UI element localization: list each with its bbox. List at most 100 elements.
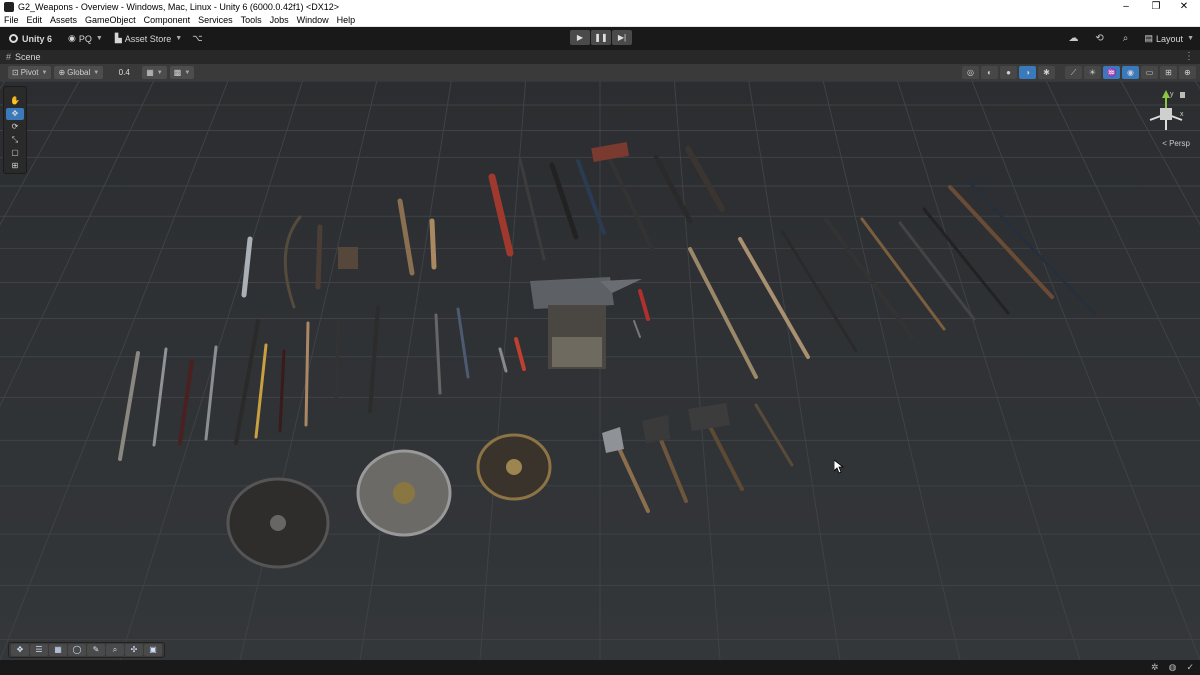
version-control-icon: ⌥ (192, 33, 203, 43)
rotate-overlay-icon[interactable]: ◯ (68, 644, 86, 656)
version-control-button[interactable]: ⌥ (187, 30, 207, 47)
unity-app-icon (4, 2, 14, 12)
cloud-icon[interactable]: ☁ (1067, 32, 1081, 46)
move-overlay-icon[interactable]: ✥ (11, 644, 29, 656)
align-overlay-icon[interactable]: ☰ (30, 644, 48, 656)
pivot-dropdown[interactable]: ⊡ Pivot ▼ (8, 66, 52, 79)
global-dropdown[interactable]: ⊕ Global ▼ (54, 66, 104, 79)
shield-boss (506, 459, 522, 475)
move-tool-icon[interactable]: ✥ (6, 108, 24, 120)
grid-visibility-dropdown[interactable]: ▩ ▼ (169, 66, 195, 79)
shaded-icon[interactable]: ● (1000, 66, 1017, 79)
scene-visibility-icon[interactable]: ◉ (1122, 66, 1139, 79)
menu-help[interactable]: Help (333, 14, 360, 27)
scene-viewport[interactable] (0, 81, 1200, 660)
gizmo-y-label: y (1170, 91, 1174, 98)
grid-snap-icon: ▦ (146, 68, 154, 77)
global-icon: ⊕ (58, 68, 66, 77)
window-titlebar: G2_Weapons - Overview - Windows, Mac, Li… (0, 0, 1200, 14)
audio-effects-icon[interactable]: ♒ (1103, 66, 1120, 79)
status-icons: ✲ ◍ ✓ (1151, 662, 1194, 673)
check-icon[interactable]: ✓ (1186, 662, 1194, 673)
menu-edit[interactable]: Edit (23, 14, 47, 27)
main-toolbar: Unity 6 ◉ PQ ▼ ▙ Asset Store ▼ ⌥ ▶ ❚❚ ▶|… (0, 27, 1200, 50)
scene-toolbar: ⊡ Pivot ▼ ⊕ Global ▼ 0.4 ▦ ▼ ▩ ▼ ◎ ◐ ● ◑… (0, 64, 1200, 81)
menu-gameobject[interactable]: GameObject (81, 14, 140, 27)
debug-draw-icon[interactable]: ✱ (1038, 66, 1055, 79)
scene-tab-bar: # Scene ⋮ (0, 50, 1200, 64)
chevron-down-icon: ▼ (1187, 35, 1194, 42)
lighting-toggle-icon[interactable]: ☀ (1084, 66, 1101, 79)
account-label: PQ (78, 33, 92, 44)
close-button[interactable]: ✕ (1170, 0, 1198, 14)
debug-icon[interactable]: ✲ (1151, 662, 1159, 673)
shaded-wireframe-icon[interactable]: ◐ (981, 66, 998, 79)
unity-home-button[interactable]: Unity 6 (4, 30, 57, 47)
mouse-cursor (834, 460, 844, 474)
scale-tool-icon[interactable]: ⤡ (6, 134, 24, 146)
toolbar-right: ☁ ⟲ ⌕ ▤ Layout ▼ (1067, 30, 1194, 47)
chevron-down-icon: ▼ (93, 69, 100, 76)
scene-toolbar-right: ◎ ◐ ● ◑ ✱ ⟋ ☀ ♒ ◉ ▭ ⊞ ⊕ (962, 66, 1196, 79)
menu-component[interactable]: Component (140, 14, 195, 27)
global-label: Global (67, 68, 91, 77)
menu-jobs[interactable]: Jobs (266, 14, 293, 27)
history-icon[interactable]: ⟲ (1093, 32, 1107, 46)
shield-boss (270, 515, 286, 531)
menu-assets[interactable]: Assets (46, 14, 81, 27)
2d-toggle-icon[interactable]: ⟋ (1065, 66, 1082, 79)
pivot-label: Pivot (20, 68, 39, 77)
search-icon[interactable]: ⌕ (1119, 32, 1133, 46)
hand-tool-icon[interactable]: ✋ (6, 95, 24, 107)
asset-store-dropdown[interactable]: ▙ Asset Store ▼ (110, 30, 187, 47)
y-axis-cone[interactable] (1162, 90, 1170, 98)
grid-snap-dropdown[interactable]: ▦ ▼ (142, 66, 167, 79)
account-icon: ◉ (68, 33, 76, 43)
unity-logo-icon (9, 34, 18, 43)
shield-boss (393, 482, 415, 504)
minimize-button[interactable]: – (1112, 0, 1140, 14)
maximize-button[interactable]: ❐ (1142, 0, 1170, 14)
chevron-down-icon: ▼ (156, 69, 163, 76)
wireframe-shading-icon[interactable]: ◎ (962, 66, 979, 79)
account-dropdown[interactable]: ◉ PQ ▼ (63, 30, 108, 47)
unlit-shading-icon[interactable]: ◑ (1019, 66, 1036, 79)
more-options-icon[interactable]: ⋮ (1184, 50, 1194, 64)
rotate-tool-icon[interactable]: ⟳ (6, 121, 24, 133)
lock-icon[interactable] (1180, 92, 1185, 98)
scene-icon: # (6, 52, 12, 62)
render-mode-icon[interactable]: ⊕ (1179, 66, 1196, 79)
unity-label: Unity 6 (22, 33, 53, 44)
layout-dropdown[interactable]: ▤ Layout ▼ (1145, 30, 1194, 47)
tool-palette: ✋ ✥ ⟳ ⤡ ▢ ⊞ (3, 86, 27, 174)
progress-icon[interactable]: ◍ (1169, 662, 1177, 673)
step-button[interactable]: ▶| (612, 30, 632, 45)
play-controls: ▶ ❚❚ ▶| (570, 30, 632, 45)
menu-file[interactable]: File (0, 14, 23, 27)
grid-overlay-icon[interactable]: ▦ (49, 644, 67, 656)
pause-button[interactable]: ❚❚ (591, 30, 611, 45)
menu-tools[interactable]: Tools (237, 14, 266, 27)
frame-overlay-icon[interactable]: ▣ (144, 644, 162, 656)
menu-bar: File Edit Assets GameObject Component Se… (0, 14, 1200, 27)
pivot-icon: ⊡ (12, 68, 19, 77)
snap-increment-field[interactable]: 0.4 (112, 66, 136, 79)
gizmo-x-label: x (1180, 111, 1184, 118)
zoom-overlay-icon[interactable]: ⌕ (106, 644, 124, 656)
scene-camera-icon[interactable]: ▭ (1141, 66, 1158, 79)
gizmos-icon[interactable]: ⊞ (1160, 66, 1177, 79)
chevron-down-icon: ▼ (175, 35, 183, 42)
tab-scene[interactable]: # Scene (0, 52, 47, 62)
transform-tool-icon[interactable]: ⊞ (6, 160, 24, 172)
asset-store-icon: ▙ (114, 33, 122, 43)
menu-services[interactable]: Services (194, 14, 237, 27)
play-button[interactable]: ▶ (570, 30, 590, 45)
brush-overlay-icon[interactable]: ✎ (87, 644, 105, 656)
menu-window[interactable]: Window (293, 14, 333, 27)
rect-tool-icon[interactable]: ▢ (6, 147, 24, 159)
scene-tab-label: Scene (15, 52, 41, 62)
window-title: G2_Weapons - Overview - Windows, Mac, Li… (18, 2, 339, 12)
overlay-toolbar: ✥ ☰ ▦ ◯ ✎ ⌕ ✣ ▣ (8, 642, 165, 658)
pan-overlay-icon[interactable]: ✣ (125, 644, 143, 656)
perspective-label[interactable]: < Persp (1162, 139, 1190, 148)
